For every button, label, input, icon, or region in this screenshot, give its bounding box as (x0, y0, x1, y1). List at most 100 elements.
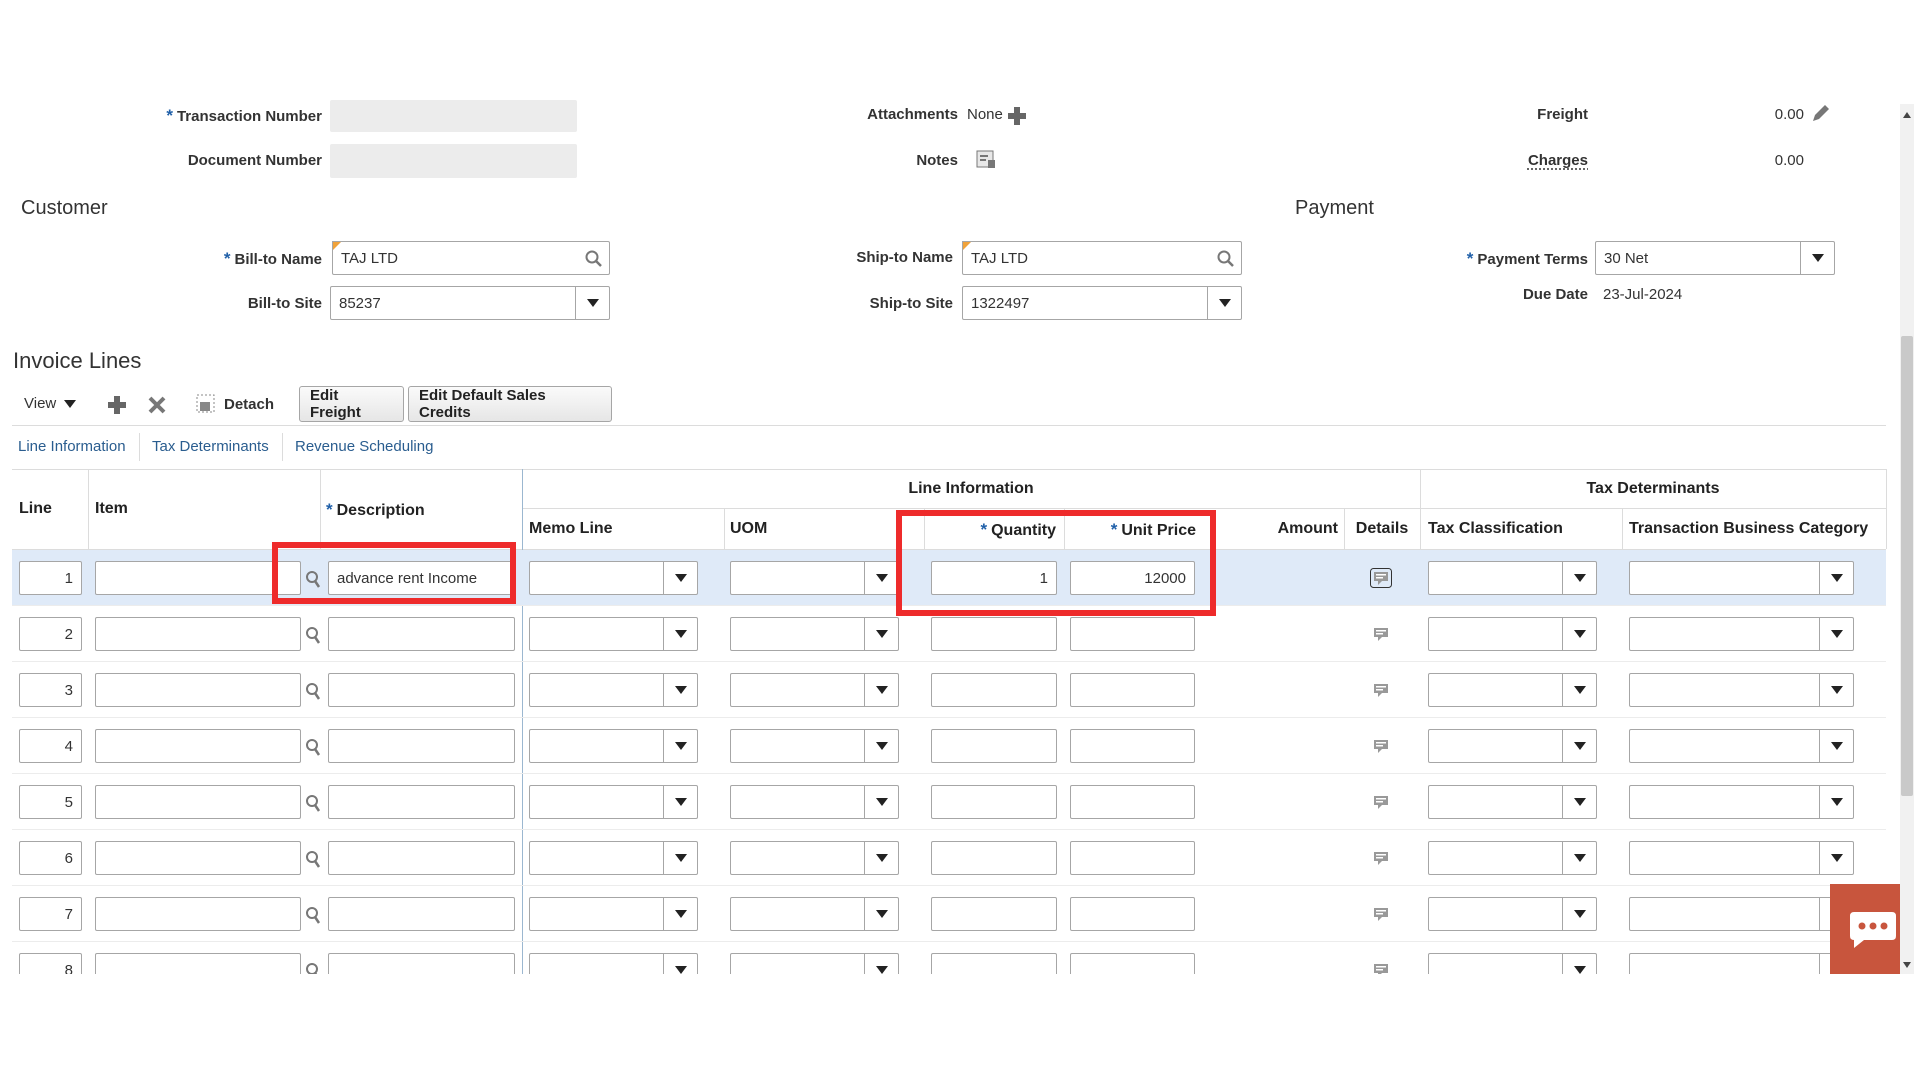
tab-tax-determinants[interactable]: Tax Determinants (152, 438, 269, 455)
chevron-down-icon[interactable] (864, 730, 898, 762)
item-input[interactable] (95, 561, 301, 595)
chevron-down-icon[interactable] (1562, 562, 1596, 594)
item-input[interactable] (95, 729, 301, 763)
chevron-down-icon[interactable] (663, 786, 697, 818)
ship-to-name-input[interactable]: TAJ LTD (962, 241, 1242, 275)
column-header-details[interactable]: Details (1344, 520, 1420, 538)
chevron-down-icon[interactable] (1819, 618, 1853, 650)
uom-select[interactable] (730, 729, 899, 763)
add-row-icon[interactable] (107, 395, 127, 415)
quantity-input[interactable] (931, 617, 1057, 651)
view-menu[interactable]: View (24, 395, 77, 412)
memo-line-select[interactable] (529, 561, 698, 595)
chevron-down-icon[interactable] (1562, 674, 1596, 706)
column-header-tax-classification[interactable]: Tax Classification (1428, 520, 1563, 538)
chevron-down-icon[interactable] (1562, 786, 1596, 818)
memo-line-select[interactable] (529, 897, 698, 931)
search-icon[interactable] (305, 850, 323, 870)
quantity-input[interactable] (931, 729, 1057, 763)
memo-line-select[interactable] (529, 673, 698, 707)
column-header-line[interactable]: Line (19, 500, 52, 518)
chevron-down-icon[interactable] (1562, 954, 1596, 974)
column-header-description[interactable]: * Description (326, 500, 425, 520)
chevron-down-icon[interactable] (663, 842, 697, 874)
line-number-input[interactable]: 5 (19, 785, 82, 819)
unit-price-input[interactable] (1070, 729, 1195, 763)
details-icon[interactable] (1370, 848, 1392, 868)
tab-revenue-scheduling[interactable]: Revenue Scheduling (295, 438, 433, 455)
item-input[interactable] (95, 785, 301, 819)
details-icon[interactable] (1370, 960, 1392, 974)
memo-line-select[interactable] (529, 785, 698, 819)
chevron-down-icon[interactable] (1800, 242, 1834, 274)
search-icon[interactable] (1217, 250, 1235, 268)
column-header-uom[interactable]: UOM (730, 520, 767, 538)
chevron-down-icon[interactable] (1819, 842, 1853, 874)
uom-select[interactable] (730, 897, 899, 931)
details-icon[interactable] (1370, 736, 1392, 756)
chevron-down-icon[interactable] (663, 674, 697, 706)
add-attachment-icon[interactable] (1008, 107, 1026, 125)
uom-select[interactable] (730, 953, 899, 974)
scroll-down-icon[interactable] (1903, 962, 1911, 968)
unit-price-input[interactable] (1070, 841, 1195, 875)
uom-select[interactable] (730, 617, 899, 651)
payment-terms-select[interactable]: 30 Net (1595, 241, 1835, 275)
column-header-memo-line[interactable]: Memo Line (529, 520, 613, 538)
chevron-down-icon[interactable] (1562, 898, 1596, 930)
chevron-down-icon[interactable] (1562, 842, 1596, 874)
details-icon[interactable] (1370, 680, 1392, 700)
edit-default-sales-credits-button[interactable]: Edit Default Sales Credits (408, 386, 612, 422)
line-number-input[interactable]: 8 (19, 953, 82, 974)
tax-classification-select[interactable] (1428, 729, 1597, 763)
chevron-down-icon[interactable] (1819, 562, 1853, 594)
uom-select[interactable] (730, 841, 899, 875)
chevron-down-icon[interactable] (864, 618, 898, 650)
transaction-business-category-select[interactable] (1629, 673, 1854, 707)
description-input[interactable] (328, 953, 515, 974)
chevron-down-icon[interactable] (864, 562, 898, 594)
chevron-down-icon[interactable] (1819, 674, 1853, 706)
description-input[interactable] (328, 617, 515, 651)
item-input[interactable] (95, 897, 301, 931)
vertical-scrollbar[interactable] (1900, 104, 1914, 974)
quantity-input[interactable] (931, 785, 1057, 819)
chevron-down-icon[interactable] (864, 898, 898, 930)
tax-classification-select[interactable] (1428, 617, 1597, 651)
line-number-input[interactable]: 6 (19, 841, 82, 875)
unit-price-input[interactable] (1070, 897, 1195, 931)
document-number-field[interactable] (330, 144, 577, 178)
tax-classification-select[interactable] (1428, 841, 1597, 875)
details-icon[interactable] (1370, 568, 1392, 588)
transaction-business-category-select[interactable] (1629, 617, 1854, 651)
details-icon[interactable] (1370, 792, 1392, 812)
transaction-business-category-select[interactable] (1629, 785, 1854, 819)
bill-to-site-select[interactable]: 85237 (330, 286, 610, 320)
line-number-input[interactable]: 3 (19, 673, 82, 707)
tab-line-information[interactable]: Line Information (18, 438, 126, 455)
search-icon[interactable] (305, 962, 323, 974)
search-icon[interactable] (305, 906, 323, 926)
item-input[interactable] (95, 953, 301, 974)
search-icon[interactable] (305, 682, 323, 702)
line-number-input[interactable]: 1 (19, 561, 82, 595)
line-number-input[interactable]: 2 (19, 617, 82, 651)
details-icon[interactable] (1370, 624, 1392, 644)
transaction-number-field[interactable] (330, 100, 577, 132)
chevron-down-icon[interactable] (663, 954, 697, 974)
unit-price-input[interactable] (1070, 785, 1195, 819)
chevron-down-icon[interactable] (663, 730, 697, 762)
unit-price-input[interactable] (1070, 673, 1195, 707)
memo-line-select[interactable] (529, 841, 698, 875)
item-input[interactable] (95, 673, 301, 707)
quantity-input[interactable] (931, 673, 1057, 707)
notes-icon[interactable] (976, 150, 996, 170)
column-header-item[interactable]: Item (95, 500, 128, 518)
chevron-down-icon[interactable] (864, 842, 898, 874)
ship-to-site-select[interactable]: 1322497 (962, 286, 1242, 320)
quantity-input[interactable] (931, 897, 1057, 931)
chevron-down-icon[interactable] (663, 618, 697, 650)
tax-classification-select[interactable] (1428, 897, 1597, 931)
delete-row-icon[interactable] (147, 395, 167, 415)
description-input[interactable] (328, 729, 515, 763)
